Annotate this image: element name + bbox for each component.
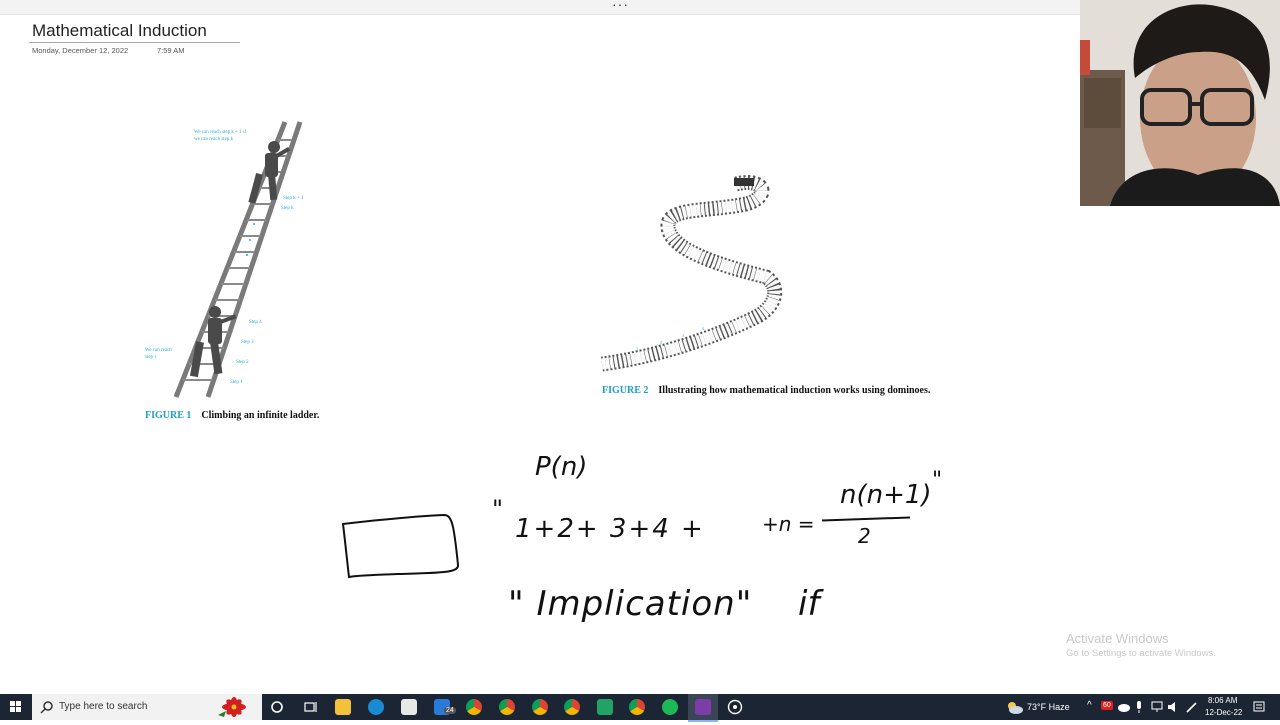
show-hidden-icons-chevron[interactable]: ^ [1087, 700, 1092, 711]
sheets-icon[interactable] [597, 699, 613, 715]
microphone-icon[interactable] [1134, 700, 1144, 714]
clock-time[interactable]: 8:06 AM [1208, 696, 1237, 705]
ladder-illustration [173, 121, 303, 398]
page-title[interactable]: Mathematical Induction [32, 21, 207, 41]
dominoes-illustration: 1 2 3 4 [601, 175, 783, 372]
page-time: 7:59 AM [157, 46, 185, 55]
more-options-icon[interactable]: ··· [612, 0, 629, 12]
cloud-icon[interactable] [1117, 701, 1131, 713]
tray-badge-red[interactable]: 60 [1101, 701, 1113, 710]
chrome-icon-1[interactable] [466, 699, 482, 715]
ink-fraction-bar[interactable] [821, 516, 911, 522]
ladder-label-step-k: Step k [281, 206, 294, 211]
ink-numerator[interactable]: n(n+1) [840, 480, 932, 510]
chrome-icon-5[interactable] [629, 699, 645, 715]
ladder-label-step1: Step 1 [230, 380, 243, 385]
windows-logo-icon [10, 701, 21, 712]
weather-text[interactable]: 73°F Haze [1027, 702, 1070, 712]
svg-text:1: 1 [636, 346, 638, 351]
ladder-label-reach2: step 1 [145, 355, 157, 360]
notifications-icon[interactable] [1252, 700, 1266, 714]
ladder-label-step2: Step 2 [236, 360, 249, 365]
svg-text:2: 2 [660, 340, 662, 345]
watermark-line2: Go to Settings to activate Windows. [1066, 648, 1216, 659]
search-icon [40, 701, 53, 714]
pen-icon[interactable] [1185, 700, 1199, 714]
ink-sum[interactable]: 1+2+ 3+4 + [515, 514, 705, 544]
webcam-overlay [1080, 0, 1280, 206]
ladder-label-step-k1: Step k + 1 [283, 196, 304, 201]
weather-icon[interactable] [1004, 699, 1024, 715]
chrome-icon-2[interactable] [499, 699, 515, 715]
chrome-icon-4[interactable] [564, 699, 580, 715]
presenter-video [1080, 0, 1280, 206]
ink-quote-open[interactable]: " [492, 495, 503, 523]
meet-icon[interactable] [662, 699, 678, 715]
page-date: Monday, December 12, 2022 [32, 46, 129, 55]
title-divider [29, 42, 240, 43]
ladder-label-reach1: We can reach [145, 348, 172, 353]
figure2-caption: FIGURE 2 Illustrating how mathematical in… [602, 385, 930, 396]
obs-icon[interactable] [727, 699, 743, 715]
svg-text:4: 4 [702, 326, 704, 331]
network-icon[interactable] [1150, 700, 1164, 714]
task-view-icon[interactable] [302, 699, 318, 715]
figure1-number: FIGURE 1 [145, 410, 192, 421]
onenote-active-tab[interactable] [688, 694, 718, 722]
watermark-line1: Activate Windows [1066, 631, 1169, 646]
ladder-label-step3: Step 3 [241, 340, 254, 345]
svg-text:3: 3 [682, 333, 684, 338]
poinsettia-icon [218, 697, 246, 717]
ladder-label-top: We can reach step k + 1 if [194, 130, 246, 135]
ink-pn[interactable]: P(n) [535, 452, 587, 482]
ink-plus-n[interactable]: +n = [762, 512, 815, 536]
taskbar-search[interactable]: Type here to search [32, 694, 262, 720]
cortana-icon[interactable] [269, 699, 285, 715]
figure1-caption-text: Climbing an infinite ladder. [201, 410, 320, 421]
ink-implication[interactable]: " Implication" [508, 584, 752, 624]
volume-icon[interactable] [1166, 700, 1180, 714]
ink-rectangle[interactable] [338, 510, 468, 590]
edge-browser-icon[interactable] [368, 699, 384, 715]
ink-if[interactable]: if [798, 584, 819, 624]
chrome-icon-3[interactable] [532, 699, 548, 715]
ladder-label-top2: we can reach step k [194, 137, 234, 142]
figure1-caption: FIGURE 1 Climbing an infinite ladder. [145, 410, 319, 421]
activate-windows-watermark: Activate Windows Go to Settings to activ… [1066, 631, 1216, 659]
ladder-label-step4: Step 4 [249, 320, 262, 325]
onenote-icon [695, 699, 711, 715]
figure2-number: FIGURE 2 [602, 385, 649, 396]
start-button[interactable] [0, 694, 32, 720]
ink-quote-close[interactable]: " [932, 468, 942, 493]
ink-denominator[interactable]: 2 [858, 524, 871, 548]
store-icon[interactable] [401, 699, 417, 715]
mail-badge: 24 [444, 707, 456, 714]
taskbar: Type here to search 24 73°F Haze ^ 60 8:… [0, 694, 1280, 722]
search-placeholder: Type here to search [59, 701, 148, 712]
file-explorer-icon[interactable] [335, 699, 351, 715]
figure2-caption-text: Illustrating how mathematical induction … [658, 385, 931, 396]
clock-date[interactable]: 12-Dec-22 [1205, 708, 1242, 717]
